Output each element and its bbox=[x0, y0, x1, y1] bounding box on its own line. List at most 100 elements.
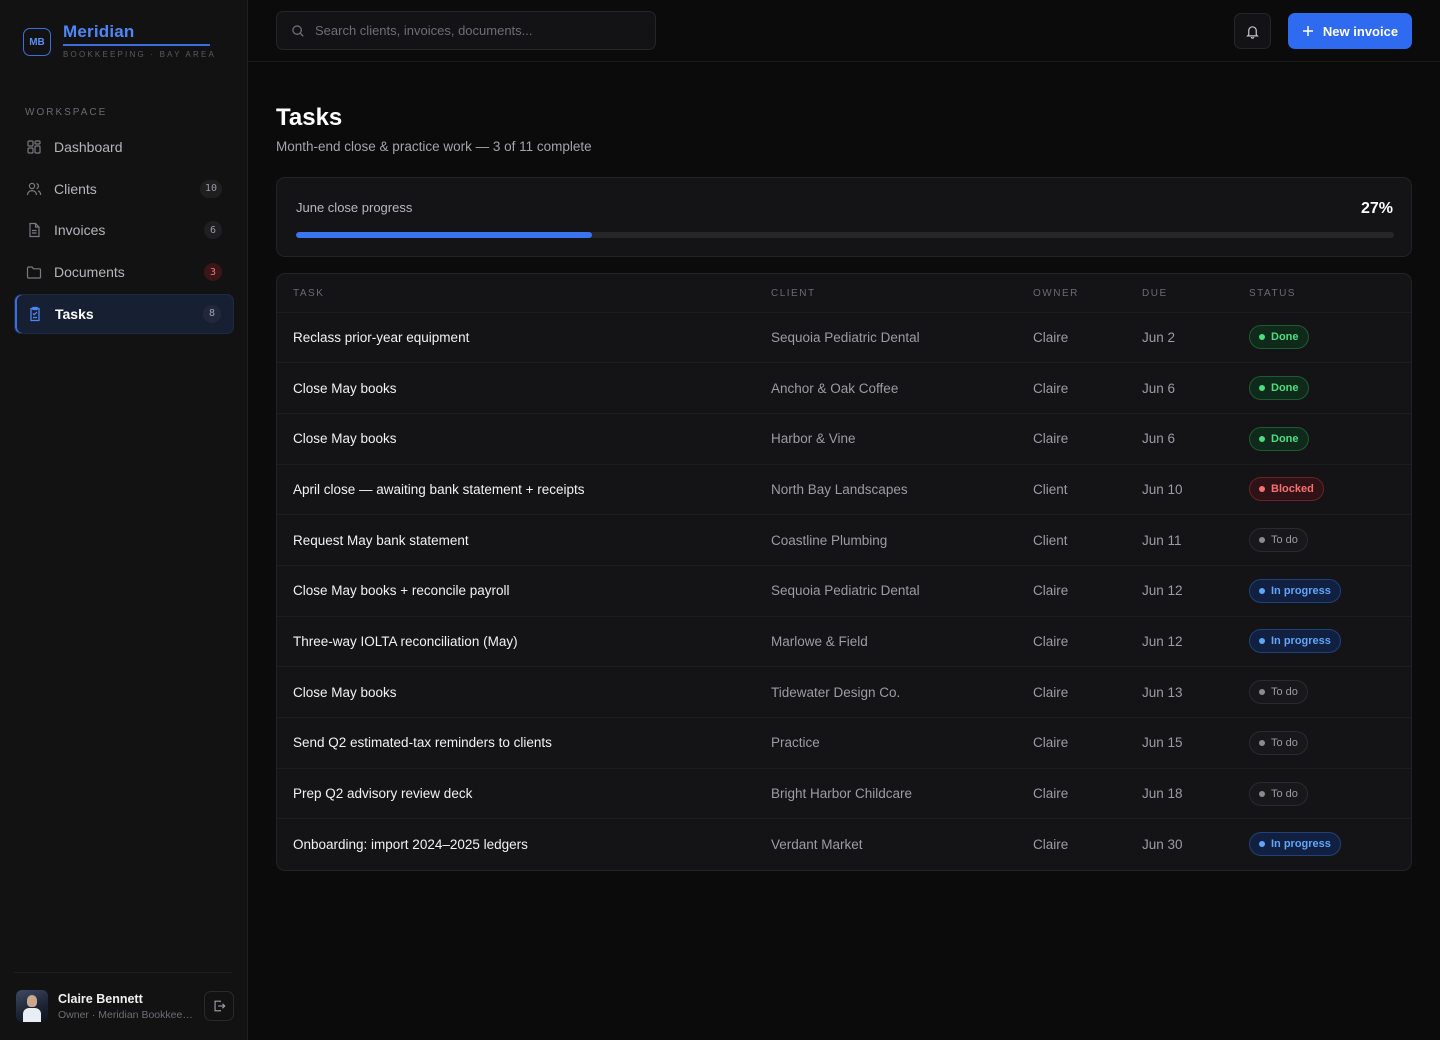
table-row[interactable]: Onboarding: import 2024–2025 ledgers Verd… bbox=[277, 818, 1411, 870]
table-row[interactable]: Close May books + reconcile payroll Sequo… bbox=[277, 565, 1411, 616]
status-badge[interactable]: Blocked bbox=[1249, 477, 1324, 502]
status-badge[interactable]: To do bbox=[1249, 730, 1308, 755]
task-name: Close May books bbox=[293, 380, 397, 396]
avatar[interactable] bbox=[16, 990, 48, 1022]
status-dot-icon bbox=[1259, 689, 1265, 696]
folder-icon bbox=[26, 264, 42, 280]
table-row[interactable]: April close — awaiting bank statement + … bbox=[277, 464, 1411, 515]
task-name: Request May bank statement bbox=[293, 532, 469, 548]
status-dot-icon bbox=[1259, 841, 1265, 848]
user-name: Claire Bennett bbox=[58, 991, 143, 1006]
table-row[interactable]: Close May books Harbor & Vine Claire Jun 6 D… bbox=[277, 413, 1411, 464]
status-dot-icon bbox=[1259, 537, 1265, 544]
task-owner: Claire bbox=[1033, 684, 1069, 700]
task-name: Prep Q2 advisory review deck bbox=[293, 786, 473, 802]
sidebar-item-invoices[interactable]: Invoices 6 bbox=[14, 210, 234, 250]
table-row[interactable]: Close May books Tidewater Design Co. Clair… bbox=[277, 666, 1411, 718]
plus-icon bbox=[1302, 26, 1313, 36]
column-header-status[interactable]: STATUS bbox=[1249, 274, 1411, 312]
table-row[interactable]: Close May books Anchor & Oak Coffee Claire… bbox=[277, 362, 1411, 414]
client-name: Bright Harbor Childcare bbox=[771, 786, 913, 802]
status-dot-icon bbox=[1259, 385, 1265, 392]
sidebar-item-dashboard[interactable]: Dashboard bbox=[14, 127, 234, 167]
status-badge[interactable]: To do bbox=[1249, 781, 1308, 806]
status-label: In progress bbox=[1271, 635, 1331, 648]
client-name: Marlowe & Field bbox=[771, 633, 868, 649]
user-profile: Claire Bennett Owner · Meridian Bookkeep… bbox=[16, 989, 234, 1023]
table-row[interactable]: Reclass prior-year equipment Sequoia Pedi… bbox=[277, 312, 1411, 363]
column-header-client[interactable]: CLIENT bbox=[771, 274, 1033, 312]
search-input[interactable] bbox=[315, 23, 645, 38]
client-name: Coastline Plumbing bbox=[771, 532, 888, 548]
tasks-table-card: TASK CLIENT OWNER DUE STATUS Reclass pri… bbox=[276, 273, 1412, 871]
sidebar-item-label: Dashboard bbox=[54, 139, 123, 155]
progress-label: June close progress bbox=[296, 200, 413, 215]
notifications-button[interactable] bbox=[1234, 13, 1271, 49]
tasks-table-body: Reclass prior-year equipment Sequoia Pedi… bbox=[277, 312, 1411, 870]
task-name: Send Q2 estimated-tax reminders to clien… bbox=[293, 735, 552, 751]
task-name: April close — awaiting bank statement + … bbox=[293, 481, 585, 497]
column-header-due[interactable]: DUE bbox=[1142, 274, 1249, 312]
status-dot-icon bbox=[1259, 638, 1265, 645]
table-row[interactable]: Three-way IOLTA reconciliation (May) Marl… bbox=[277, 616, 1411, 667]
status-label: In progress bbox=[1271, 584, 1331, 597]
status-label: Done bbox=[1271, 382, 1299, 395]
status-label: To do bbox=[1271, 686, 1298, 699]
status-dot-icon bbox=[1259, 739, 1265, 746]
new-invoice-button[interactable]: New invoice bbox=[1288, 13, 1412, 49]
sidebar-item-label: Clients bbox=[54, 180, 97, 197]
sidebar-item-tasks[interactable]: Tasks 8 bbox=[14, 293, 234, 334]
status-dot-icon bbox=[1259, 334, 1265, 341]
task-name: Close May books bbox=[293, 684, 397, 700]
status-cell: In progress bbox=[1249, 616, 1411, 667]
status-cell: To do bbox=[1249, 667, 1411, 718]
status-badge[interactable]: To do bbox=[1249, 528, 1308, 553]
status-badge[interactable]: In progress bbox=[1249, 832, 1341, 857]
count-badge: 6 bbox=[204, 221, 222, 240]
status-badge[interactable]: To do bbox=[1249, 680, 1308, 705]
task-owner: Claire bbox=[1033, 836, 1069, 852]
column-header-task[interactable]: TASK bbox=[277, 274, 771, 312]
task-owner: Claire bbox=[1033, 583, 1069, 599]
client-name: Sequoia Pediatric Dental bbox=[771, 329, 920, 345]
search-icon bbox=[292, 24, 304, 37]
task-owner: Claire bbox=[1033, 431, 1069, 447]
table-row[interactable]: Prep Q2 advisory review deck Bright Harbo… bbox=[277, 768, 1411, 819]
close-progress-card: June close progress 27% bbox=[276, 177, 1412, 257]
status-badge[interactable]: Done bbox=[1249, 426, 1309, 451]
status-cell: In progress bbox=[1249, 565, 1411, 616]
task-owner: Claire bbox=[1033, 786, 1069, 802]
sidebar-nav: Dashboard Clients 10 Invoices 6 Document… bbox=[14, 127, 234, 335]
due-date: Jun 2 bbox=[1142, 329, 1176, 345]
search-box[interactable] bbox=[276, 11, 656, 50]
table-row[interactable]: Request May bank statement Coastline Plum… bbox=[277, 514, 1411, 566]
status-label: To do bbox=[1271, 736, 1298, 749]
clipboard-icon bbox=[27, 306, 43, 322]
status-cell: In progress bbox=[1249, 819, 1411, 870]
status-badge[interactable]: In progress bbox=[1249, 629, 1341, 654]
status-badge[interactable]: Done bbox=[1249, 325, 1309, 350]
status-cell: Blocked bbox=[1249, 464, 1411, 515]
sidebar-item-clients[interactable]: Clients 10 bbox=[14, 169, 234, 209]
status-label: In progress bbox=[1271, 838, 1331, 851]
user-role: Owner · Meridian Bookkeeping bbox=[58, 1008, 194, 1021]
column-header-owner[interactable]: OWNER bbox=[1033, 274, 1142, 312]
sidebar-item-documents[interactable]: Documents 3 bbox=[14, 252, 234, 292]
table-row[interactable]: Send Q2 estimated-tax reminders to clien… bbox=[277, 717, 1411, 769]
progress-percent: 27% bbox=[1360, 200, 1393, 217]
bell-icon bbox=[1246, 25, 1259, 39]
due-date: Jun 18 bbox=[1142, 786, 1183, 802]
table-header-row: TASK CLIENT OWNER DUE STATUS bbox=[277, 274, 1411, 312]
brand[interactable]: MB Meridian BOOKKEEPING · BAY AREA bbox=[23, 22, 216, 59]
status-label: Done bbox=[1271, 432, 1299, 445]
status-label: Done bbox=[1271, 331, 1299, 344]
task-name: Reclass prior-year equipment bbox=[293, 329, 470, 345]
status-label: To do bbox=[1271, 534, 1298, 547]
status-badge[interactable]: In progress bbox=[1249, 578, 1341, 603]
task-owner: Client bbox=[1033, 481, 1068, 497]
logout-button[interactable] bbox=[204, 991, 234, 1021]
client-name: Practice bbox=[771, 735, 820, 751]
due-date: Jun 10 bbox=[1142, 481, 1183, 497]
client-name: Tidewater Design Co. bbox=[771, 684, 901, 700]
status-badge[interactable]: Done bbox=[1249, 376, 1309, 401]
